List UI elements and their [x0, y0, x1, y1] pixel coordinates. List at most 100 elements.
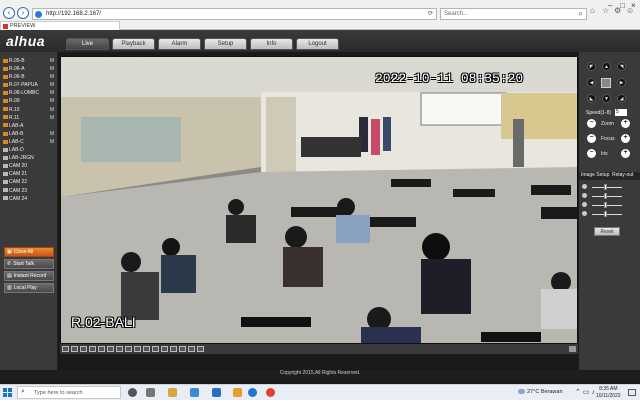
layout-13-icon[interactable]	[107, 346, 114, 352]
saturation-slider[interactable]	[582, 202, 637, 209]
edge-icon[interactable]	[190, 388, 199, 397]
taskbar-search-input[interactable]: ⌕ Type here to search	[17, 386, 121, 399]
maximize-icon[interactable]: □	[620, 1, 625, 10]
channel-item[interactable]: CAM 23	[3, 187, 55, 195]
panel-toggle-icon[interactable]	[569, 346, 576, 352]
back-icon[interactable]: ‹	[3, 7, 15, 19]
home-icon[interactable]: ⌂	[590, 6, 595, 15]
channel-item[interactable]: CAM 22	[3, 178, 55, 186]
iris-open-icon[interactable]: +	[621, 149, 630, 158]
local-play-button[interactable]: ▥ Local Play	[4, 283, 54, 293]
audio-icon[interactable]	[188, 346, 195, 352]
minimize-icon[interactable]: –	[608, 1, 612, 10]
close-all-button[interactable]: ▣ Close All	[4, 247, 54, 257]
ie-icon[interactable]	[248, 388, 257, 397]
close-icon[interactable]: ×	[631, 1, 636, 10]
channel-item[interactable]: CAM 21	[3, 170, 55, 178]
stream-type-flag[interactable]: M	[50, 130, 54, 138]
layout-8-icon[interactable]	[89, 346, 96, 352]
instant-record-button[interactable]: ▤ Instant Record	[4, 271, 54, 281]
cortana-icon[interactable]	[128, 388, 137, 397]
fullscreen-icon[interactable]	[161, 346, 168, 352]
channel-item[interactable]: CAM 24	[3, 195, 55, 203]
layout-16-icon[interactable]	[116, 346, 123, 352]
folder-icon[interactable]	[233, 388, 242, 397]
layout-4-icon[interactable]	[71, 346, 78, 352]
layout-9-icon[interactable]	[98, 346, 105, 352]
layout-20-icon[interactable]	[125, 346, 132, 352]
layout-6-icon[interactable]	[80, 346, 87, 352]
stream-type-flag[interactable]: M	[50, 65, 54, 73]
channel-item[interactable]: LAB-JRGN	[3, 154, 55, 162]
ptz-down-icon[interactable]: ▼	[602, 94, 611, 103]
tab-playback[interactable]: Playback	[112, 38, 155, 50]
snapshot-icon[interactable]	[170, 346, 177, 352]
browser-tab[interactable]: PREVIEW	[0, 21, 120, 30]
focus-in-icon[interactable]: +	[621, 134, 630, 143]
channel-item[interactable]: R.10 M	[3, 106, 55, 114]
contrast-slider[interactable]	[582, 193, 637, 200]
stream-type-flag[interactable]: M	[50, 81, 54, 89]
stream-type-flag[interactable]: M	[50, 97, 54, 105]
ptz-up-left-icon[interactable]: ◤	[587, 62, 596, 71]
ptz-down-left-icon[interactable]: ◣	[587, 94, 596, 103]
stream-type-flag[interactable]: M	[50, 89, 54, 97]
ptz-left-icon[interactable]: ◀	[587, 78, 596, 87]
channel-item[interactable]: CAM 20	[3, 162, 55, 170]
tab-live[interactable]: Live	[66, 38, 109, 50]
tab-setup[interactable]: Setup	[204, 38, 247, 50]
zoom-out-icon[interactable]: −	[587, 119, 596, 128]
forward-icon[interactable]: ›	[17, 7, 29, 19]
layout-64-icon[interactable]	[152, 346, 159, 352]
live-video[interactable]: 192.168.2.167_2_1053kbps_M 2022-10-11 08…	[60, 56, 578, 344]
ptz-up-icon[interactable]: ▲	[602, 62, 611, 71]
zoom-in-icon[interactable]: +	[621, 119, 630, 128]
tab-info[interactable]: Info	[250, 38, 293, 50]
refresh-icon[interactable]: ⟳	[428, 10, 433, 17]
channel-item[interactable]: LAB-C M	[3, 138, 55, 146]
start-talk-button[interactable]: ✆ Start Talk	[4, 259, 54, 269]
speed-select[interactable]: 5	[615, 109, 627, 116]
address-bar[interactable]: http://192.168.2.167/ ⟳	[32, 8, 437, 20]
layout-1-icon[interactable]	[62, 346, 69, 352]
record-icon[interactable]	[179, 346, 186, 352]
system-tray-icons[interactable]: ⌃ ▭ ♪	[575, 388, 595, 396]
focus-out-icon[interactable]: −	[587, 134, 596, 143]
channel-item[interactable]: LAB-B M	[3, 130, 55, 138]
stream-type-flag[interactable]: M	[50, 57, 54, 65]
channel-item[interactable]: R.07-PAPUA M	[3, 81, 55, 89]
file-explorer-icon[interactable]	[168, 388, 177, 397]
mail-icon[interactable]	[212, 388, 221, 397]
ptz-auto-icon[interactable]	[601, 78, 611, 88]
tab-alarm[interactable]: Alarm	[158, 38, 201, 50]
browser-search-input[interactable]: Search... ⌕	[440, 8, 587, 20]
zoom-icon[interactable]	[197, 346, 204, 352]
tab-logout[interactable]: Logout	[296, 38, 339, 50]
stream-type-flag[interactable]: M	[50, 114, 54, 122]
layout-36-icon[interactable]	[143, 346, 150, 352]
relay-out-tab[interactable]: Relay-out	[612, 172, 633, 179]
stream-type-flag[interactable]: M	[50, 138, 54, 146]
channel-item[interactable]: R.06-B M	[3, 73, 55, 81]
windows-start-icon[interactable]	[3, 388, 12, 397]
ptz-up-right-icon[interactable]: ◥	[617, 62, 626, 71]
channel-item[interactable]: R.06-A M	[3, 65, 55, 73]
channel-item[interactable]: LAB-A	[3, 122, 55, 130]
ptz-down-right-icon[interactable]: ◢	[617, 94, 626, 103]
stream-type-flag[interactable]: M	[50, 106, 54, 114]
channel-item[interactable]: R.11 M	[3, 114, 55, 122]
brightness-slider[interactable]	[582, 184, 637, 191]
channel-item[interactable]: R.09 M	[3, 97, 55, 105]
channel-item[interactable]: R.08-LOMBC M	[3, 89, 55, 97]
stream-type-flag[interactable]: M	[50, 73, 54, 81]
chrome-icon[interactable]	[266, 388, 275, 397]
task-view-icon[interactable]	[146, 388, 155, 397]
image-setup-tab[interactable]: Image Setup	[581, 172, 609, 179]
ptz-right-icon[interactable]: ▶	[617, 78, 626, 87]
hue-slider[interactable]	[582, 211, 637, 218]
weather-widget[interactable]: 27°C Berawan	[518, 389, 563, 395]
notifications-icon[interactable]	[628, 389, 636, 396]
search-icon[interactable]: ⌕	[579, 9, 583, 19]
layout-25-icon[interactable]	[134, 346, 141, 352]
taskbar-clock[interactable]: 8:35 AM 10/11/2022	[596, 386, 621, 399]
